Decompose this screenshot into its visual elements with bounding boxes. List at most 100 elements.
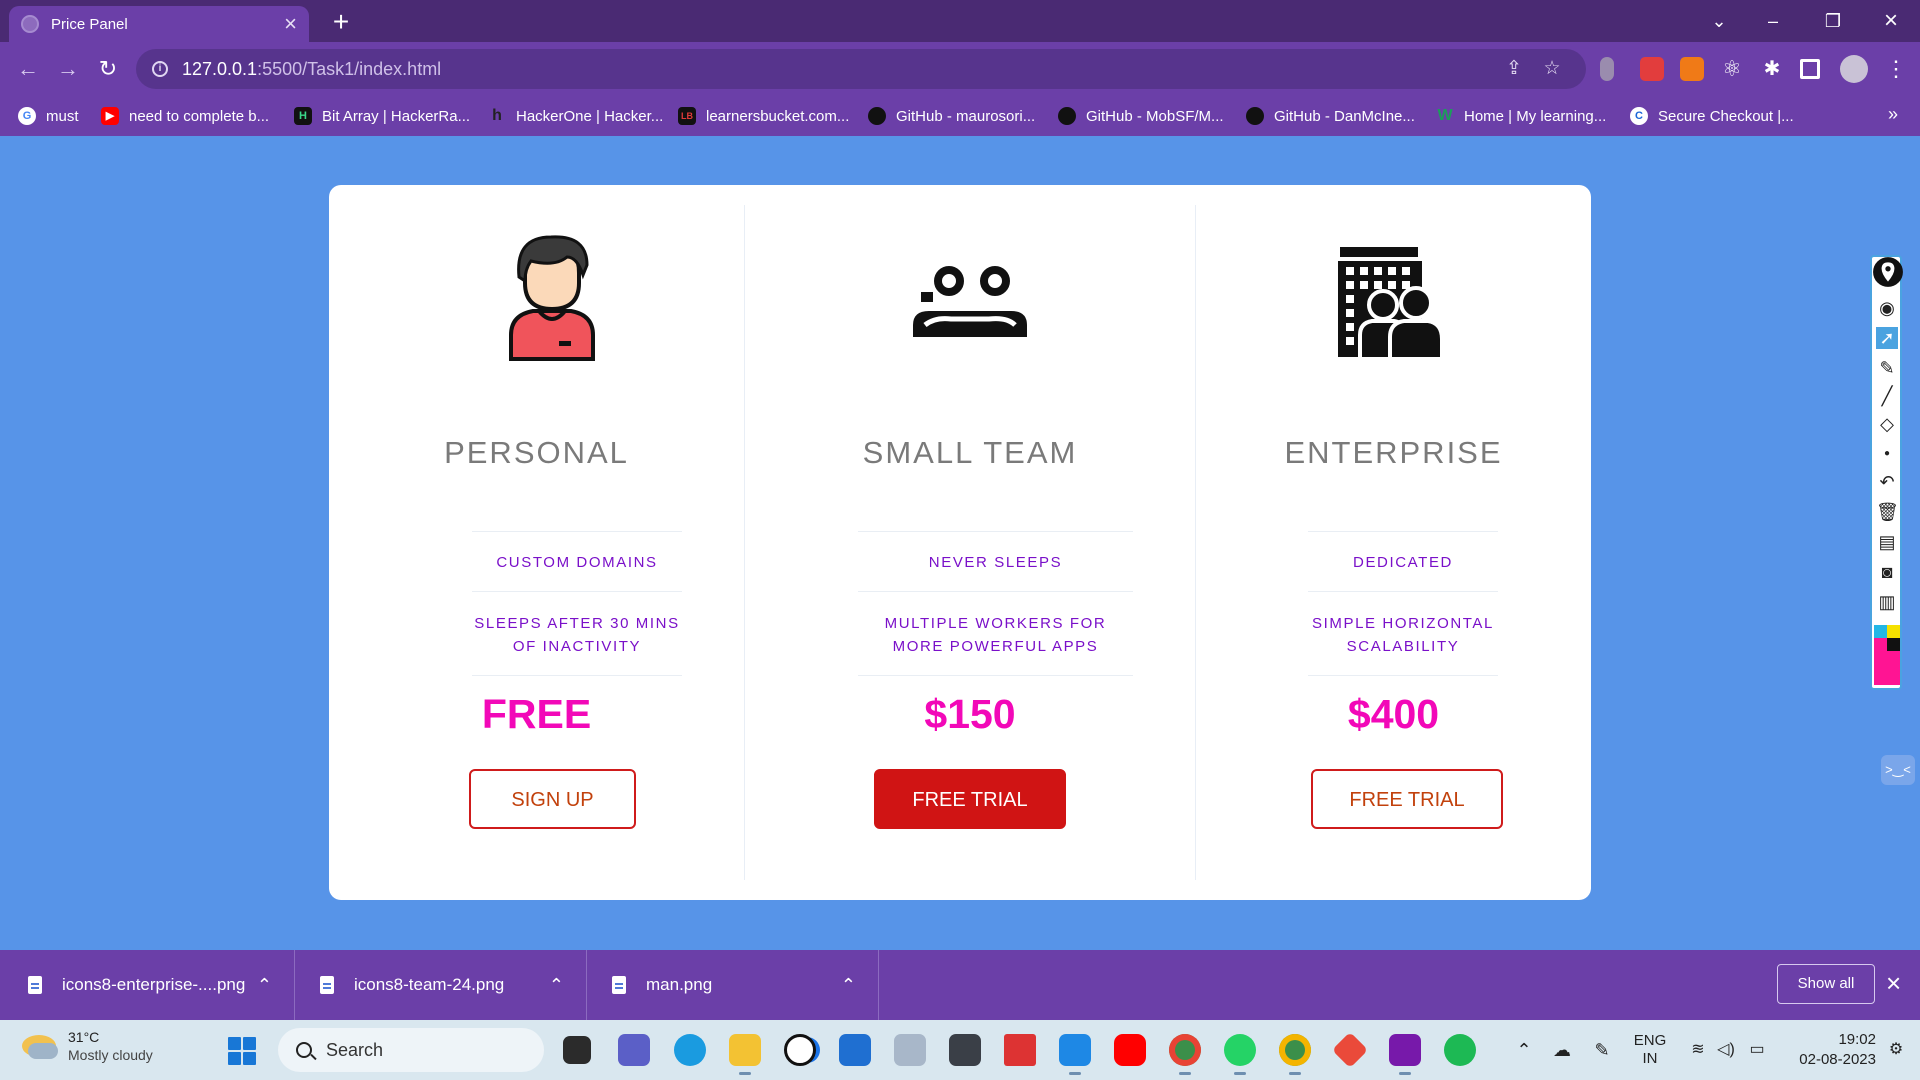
bookmark-item[interactable]: LB learnersbucket.com... [678, 104, 849, 128]
bookmark-item[interactable]: GitHub - maurosori... [868, 104, 1035, 128]
pen-icon[interactable]: ╱ [1876, 385, 1898, 407]
bookmark-label: GitHub - maurosori... [896, 107, 1036, 125]
color-swatch-black[interactable] [1887, 638, 1900, 651]
tab-search-chevron-icon[interactable]: ⌄ [1696, 0, 1742, 42]
tray-chevron-icon[interactable]: ⌃ [1510, 1020, 1538, 1080]
board-icon[interactable]: ▤ [1876, 531, 1898, 553]
sign-up-button[interactable]: SIGN UP [469, 769, 636, 829]
youtube-app-icon[interactable] [1114, 1034, 1146, 1066]
spotify-icon[interactable] [1444, 1034, 1476, 1066]
bookmark-item[interactable]: GitHub - DanMcIne... [1246, 104, 1415, 128]
download-item[interactable]: man.png ⌃ [588, 950, 879, 1020]
winrar-icon[interactable] [1004, 1034, 1036, 1066]
clipboard-icon[interactable]: ▥ [1876, 591, 1898, 613]
trash-icon[interactable]: 🗑 [1876, 501, 1899, 523]
notifications-icon[interactable]: ⚙ [1884, 1020, 1908, 1080]
color-swatch-yellow[interactable] [1887, 625, 1900, 638]
start-button[interactable] [228, 1037, 256, 1065]
teams-icon[interactable] [618, 1034, 650, 1066]
bookmark-label: GitHub - MobSF/M... [1086, 107, 1224, 125]
undo-icon[interactable]: ↶ [1876, 471, 1898, 493]
profile-avatar[interactable] [1840, 55, 1868, 83]
pricing-panel: PERSONAL CUSTOM DOMAINS SLEEPS AFTER 30 … [329, 185, 1591, 900]
download-item[interactable]: icons8-enterprise-....png ⌃ [0, 950, 295, 1020]
chevron-up-icon[interactable]: ⌃ [257, 975, 272, 996]
eraser-icon[interactable]: ◇ [1876, 413, 1898, 435]
site-info-icon[interactable]: i [152, 61, 168, 77]
bookmark-item[interactable]: W Home | My learning... [1436, 104, 1606, 128]
battery-icon[interactable]: ▭ [1744, 1020, 1770, 1080]
git-icon[interactable] [1331, 1031, 1369, 1069]
bookmark-star-icon[interactable]: ☆ [1538, 49, 1566, 89]
bookmark-item[interactable]: GitHub - MobSF/M... [1058, 104, 1224, 128]
date: 02-08-2023 [1799, 1051, 1876, 1068]
show-all-button[interactable]: Show all [1777, 964, 1875, 1004]
color-swatch-cyan[interactable] [1874, 625, 1887, 638]
downloads-bar: icons8-enterprise-....png ⌃ icons8-team-… [0, 950, 1920, 1020]
extension-lock-icon[interactable] [1640, 57, 1664, 81]
bookmark-label: Home | My learning... [1464, 107, 1607, 125]
chrome-icon[interactable] [1169, 1034, 1201, 1075]
edge-icon[interactable] [674, 1034, 706, 1066]
bookmark-item[interactable]: H Bit Array | HackerRa... [294, 104, 470, 128]
more-menu-icon[interactable]: ⋮ [1884, 57, 1908, 81]
feature-divider [472, 675, 682, 676]
react-devtools-icon[interactable]: ⚛ [1720, 57, 1744, 81]
bing-app-icon[interactable] [949, 1034, 981, 1066]
extensions-puzzle-icon[interactable]: ✱ [1760, 57, 1784, 81]
task-view-icon[interactable] [563, 1036, 591, 1064]
language-indicator[interactable]: ENG IN [1630, 1020, 1670, 1080]
chevron-up-icon[interactable]: ⌃ [841, 975, 856, 996]
wifi-icon[interactable]: ≋ [1686, 1020, 1710, 1080]
onedrive-icon[interactable]: ☁ [1548, 1020, 1576, 1080]
current-color-swatch[interactable] [1874, 651, 1900, 685]
extension-icon[interactable] [1600, 57, 1614, 81]
chevron-up-icon[interactable]: ⌃ [549, 975, 564, 996]
taskbar-search[interactable]: Search b [278, 1028, 820, 1072]
chrome-profile-icon[interactable] [1279, 1034, 1311, 1075]
address-bar[interactable]: i 127.0.0.1:5500/Task1/index.html ⇪ ☆ [136, 49, 1586, 89]
close-downloads-icon[interactable]: × [1886, 968, 1901, 998]
share-icon[interactable]: ⇪ [1500, 49, 1528, 89]
restore-button[interactable]: ❐ [1810, 0, 1856, 42]
bookmark-item[interactable]: h HackerOne | Hacker... [488, 104, 663, 128]
pen-tray-icon[interactable]: ✎ [1588, 1020, 1616, 1080]
store-icon[interactable] [839, 1034, 871, 1066]
free-trial-button[interactable]: FREE TRIAL [874, 769, 1066, 829]
file-explorer-icon[interactable] [729, 1034, 761, 1075]
pin-icon[interactable] [1872, 256, 1904, 288]
forward-button[interactable]: → [52, 53, 84, 85]
more-bookmarks-icon[interactable]: » [1888, 104, 1898, 125]
volume-icon[interactable]: ◁) [1714, 1020, 1738, 1080]
highlighter-icon[interactable]: ✎ [1876, 357, 1898, 379]
camera-icon[interactable]: ◙ [1876, 561, 1898, 583]
feature-divider [858, 531, 1133, 532]
python-idle-icon[interactable] [894, 1034, 926, 1066]
brush-size-icon[interactable]: ● [1876, 443, 1898, 465]
back-button[interactable]: ← [12, 53, 44, 85]
floating-widget-icon[interactable]: >‿< [1881, 755, 1915, 785]
browser-tab[interactable]: Price Panel × [9, 6, 309, 42]
close-window-button[interactable]: × [1868, 0, 1914, 42]
cursor-icon[interactable]: ➚ [1876, 327, 1898, 349]
whatsapp-icon[interactable] [1224, 1034, 1256, 1075]
bookmark-item[interactable]: Gmust [18, 104, 79, 128]
metamask-icon[interactable] [1680, 57, 1704, 81]
close-tab-icon[interactable]: × [284, 13, 297, 35]
download-item[interactable]: icons8-team-24.png ⌃ [296, 950, 587, 1020]
clock[interactable]: 19:02 02-08-2023 [1780, 1020, 1876, 1080]
weather-widget[interactable]: 31°C Mostly cloudy [22, 1028, 153, 1064]
onenote-icon[interactable] [1389, 1034, 1421, 1075]
vscode-icon[interactable] [1059, 1034, 1091, 1075]
bookmark-item[interactable]: C Secure Checkout |... [1630, 104, 1794, 128]
new-tab-button[interactable]: + [325, 6, 357, 38]
free-trial-button[interactable]: FREE TRIAL [1311, 769, 1503, 829]
minimize-button[interactable]: – [1750, 0, 1796, 42]
bookmark-item[interactable]: ▶ need to complete b... [101, 104, 269, 128]
color-swatch-magenta[interactable] [1874, 638, 1887, 651]
plan-feature: SLEEPS AFTER 30 MINS OF INACTIVITY [474, 615, 680, 655]
eye-icon[interactable]: ◉ [1876, 297, 1898, 319]
reload-button[interactable]: ↻ [92, 53, 124, 85]
dell-icon[interactable] [784, 1034, 816, 1066]
side-panel-icon[interactable] [1800, 59, 1820, 79]
